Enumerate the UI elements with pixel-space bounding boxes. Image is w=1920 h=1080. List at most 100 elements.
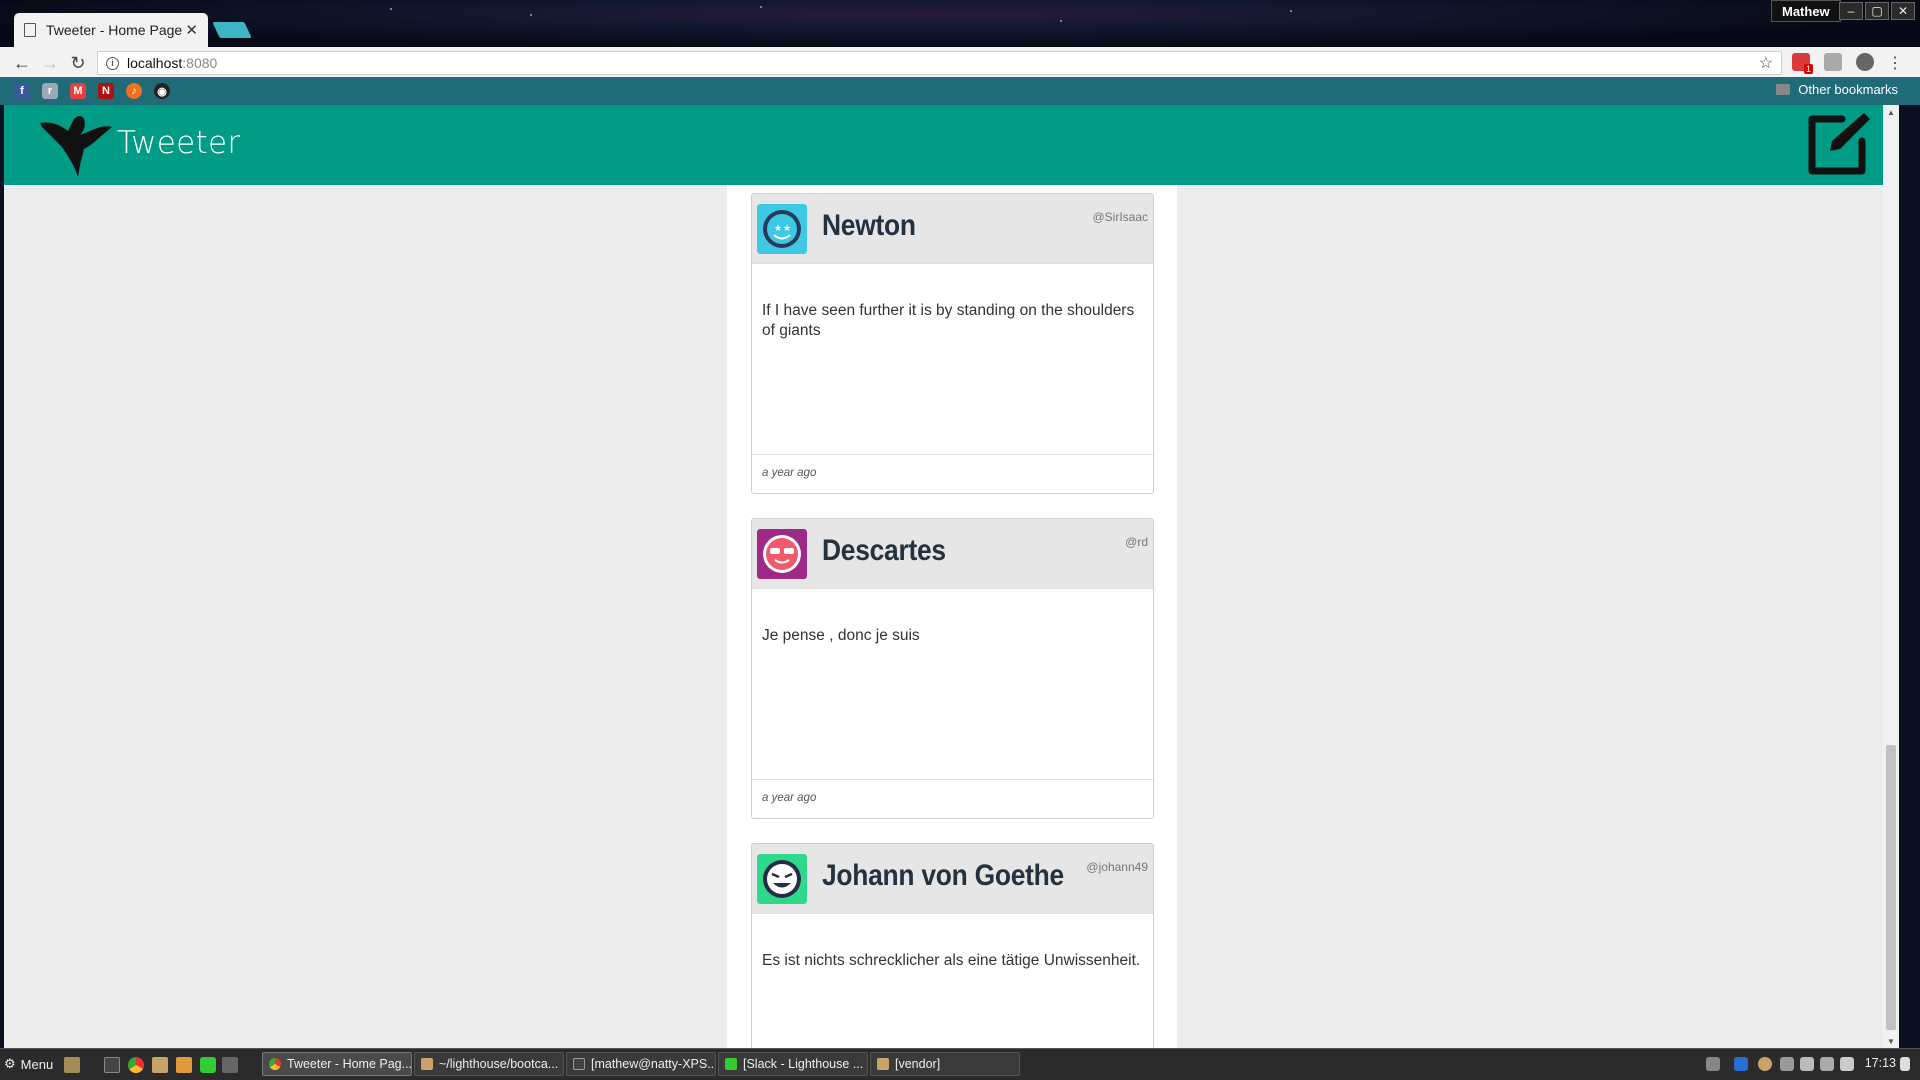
tweet-feed: ★ ★ Newton @SirIsaac If I have seen furt… (727, 185, 1177, 1048)
volume-icon[interactable] (1900, 1057, 1910, 1071)
taskbar-divider (0, 1048, 1920, 1049)
files-icon[interactable] (64, 1057, 80, 1073)
tweet-text: Es ist nichts schrecklicher als eine tät… (762, 952, 1141, 969)
reload-icon[interactable]: ↻ (66, 51, 90, 75)
search-icon[interactable] (222, 1057, 238, 1073)
scroll-down-icon[interactable]: ▼ (1883, 1034, 1899, 1048)
page-icon (24, 23, 36, 37)
tweet-card: ★ ★ Newton @SirIsaac If I have seen furt… (751, 193, 1154, 494)
taskbar-task-terminal[interactable]: [mathew@natty-XPS... (566, 1052, 716, 1076)
weather-icon[interactable] (1758, 1057, 1772, 1071)
github-icon[interactable]: ◉ (154, 83, 170, 99)
scroll-thumb[interactable] (1886, 745, 1896, 1030)
extension-badge: 1 (1803, 64, 1813, 74)
gmail-icon[interactable]: M (70, 83, 86, 99)
tweet-header: Descartes @rd (752, 519, 1153, 589)
tweet-author-name: Johann von Goethe (822, 859, 1064, 892)
other-bookmarks[interactable]: Other bookmarks (1776, 82, 1898, 97)
app-header: Tweeter (4, 105, 1899, 185)
task-label: [vendor] (895, 1057, 941, 1071)
browser-title-bar: Tweeter - Home Page ✕ Mathew – ▢ ✕ (0, 0, 1920, 47)
facebook-icon[interactable]: f (14, 83, 30, 99)
maximize-icon[interactable]: ▢ (1865, 2, 1889, 20)
app-title[interactable]: Tweeter (117, 125, 240, 161)
hummingbird-logo-icon (40, 116, 112, 177)
netflix-icon[interactable]: N (98, 83, 114, 99)
reddit-icon[interactable]: r (42, 83, 58, 99)
slack-icon (725, 1058, 737, 1070)
clipboard-icon[interactable] (1780, 1057, 1794, 1071)
other-bookmarks-label: Other bookmarks (1798, 82, 1898, 97)
tweet-timestamp: a year ago (752, 779, 1153, 815)
background-star (1060, 20, 1062, 22)
bookmark-star-icon[interactable]: ☆ (1759, 53, 1773, 73)
tab-title: Tweeter - Home Page (46, 22, 183, 38)
chrome-icon (269, 1058, 281, 1070)
background-star (530, 14, 532, 16)
tweet-timestamp: a year ago (752, 454, 1153, 490)
tweet-text: If I have seen further it is by standing… (762, 302, 1135, 339)
url-port: :8080 (182, 55, 218, 71)
extension-icon[interactable] (1824, 53, 1842, 71)
background-star (760, 6, 762, 8)
page-viewport: Tweeter ★ ★ Newton @SirIsaac If I have s… (4, 105, 1899, 1048)
task-label: Tweeter - Home Pag... (287, 1057, 412, 1071)
gear-icon: ⚙ (4, 1056, 16, 1071)
scroll-up-icon[interactable]: ▲ (1883, 105, 1899, 119)
gmail-extension-icon[interactable]: 1 (1792, 53, 1813, 74)
new-tab-button[interactable] (212, 22, 252, 38)
clock[interactable]: 17:13 (1865, 1056, 1896, 1070)
chrome-icon[interactable] (128, 1057, 144, 1073)
bluetooth-icon[interactable] (1734, 1057, 1748, 1071)
menu-label: Menu (20, 1056, 54, 1072)
url-host: localhost (127, 55, 183, 71)
editor-icon[interactable] (176, 1057, 192, 1073)
slack-icon[interactable] (200, 1057, 216, 1073)
browser-tab-active[interactable]: Tweeter - Home Page ✕ (14, 13, 208, 47)
folder-icon (1776, 84, 1791, 95)
terminal-icon (573, 1058, 585, 1070)
profile-button[interactable]: Mathew (1771, 0, 1841, 22)
svg-text:★: ★ (783, 224, 791, 234)
forward-icon[interactable]: → (38, 51, 62, 75)
task-label: [Slack - Lighthouse ... (743, 1057, 864, 1071)
folder-icon[interactable] (152, 1057, 168, 1073)
kebab-menu-icon[interactable]: ⋮ (1886, 53, 1904, 72)
task-label: [mathew@natty-XPS... (591, 1057, 716, 1071)
task-label: ~/lighthouse/bootca... (439, 1057, 559, 1071)
tweet-author-name: Descartes (822, 534, 946, 567)
settings-tray-icon[interactable] (1706, 1057, 1720, 1071)
bookmarks-bar: f r M N ♪ ◉ Other bookmarks (0, 77, 1920, 105)
tweet-author-handle: @johann49 (1086, 860, 1148, 874)
avatar: ★ ★ (757, 204, 807, 254)
tab-close-icon[interactable]: ✕ (185, 21, 198, 39)
site-info-icon[interactable]: i (106, 56, 119, 70)
tweet-card: Johann von Goethe @johann49 Es ist nicht… (751, 843, 1154, 1048)
terminal-icon[interactable] (104, 1057, 120, 1073)
user-icon[interactable] (1800, 1057, 1814, 1071)
extension-icon[interactable] (1856, 53, 1874, 71)
start-menu-button[interactable]: ⚙ Menu (4, 1056, 53, 1072)
taskbar-task-browser[interactable]: Tweeter - Home Pag... (262, 1052, 412, 1076)
close-window-icon[interactable]: ✕ (1891, 2, 1915, 20)
taskbar-task-slack[interactable]: [Slack - Lighthouse ... (718, 1052, 868, 1076)
tweet-header: Johann von Goethe @johann49 (752, 844, 1153, 914)
background-star (1290, 10, 1292, 12)
avatar (757, 854, 807, 904)
back-icon[interactable]: ← (10, 51, 34, 75)
music-icon[interactable]: ♪ (126, 83, 142, 99)
browser-toolbar: ← → ↻ i localhost:8080 ☆ (0, 47, 1920, 77)
wifi-icon[interactable] (1820, 1057, 1834, 1071)
background-star (390, 8, 392, 10)
avatar (757, 529, 807, 579)
tweet-author-handle: @SirIsaac (1092, 210, 1148, 224)
editor-icon (421, 1058, 433, 1070)
tweet-text: Je pense , donc je suis (762, 627, 920, 644)
battery-icon[interactable] (1840, 1057, 1854, 1071)
minimize-icon[interactable]: – (1839, 2, 1863, 20)
page-scrollbar[interactable]: ▲ ▼ (1883, 105, 1899, 1048)
taskbar-task-editor[interactable]: ~/lighthouse/bootca... (414, 1052, 564, 1076)
taskbar-task-folder[interactable]: [vendor] (870, 1052, 1020, 1076)
address-bar[interactable]: i localhost:8080 ☆ (97, 51, 1782, 75)
compose-icon[interactable] (1802, 109, 1872, 179)
